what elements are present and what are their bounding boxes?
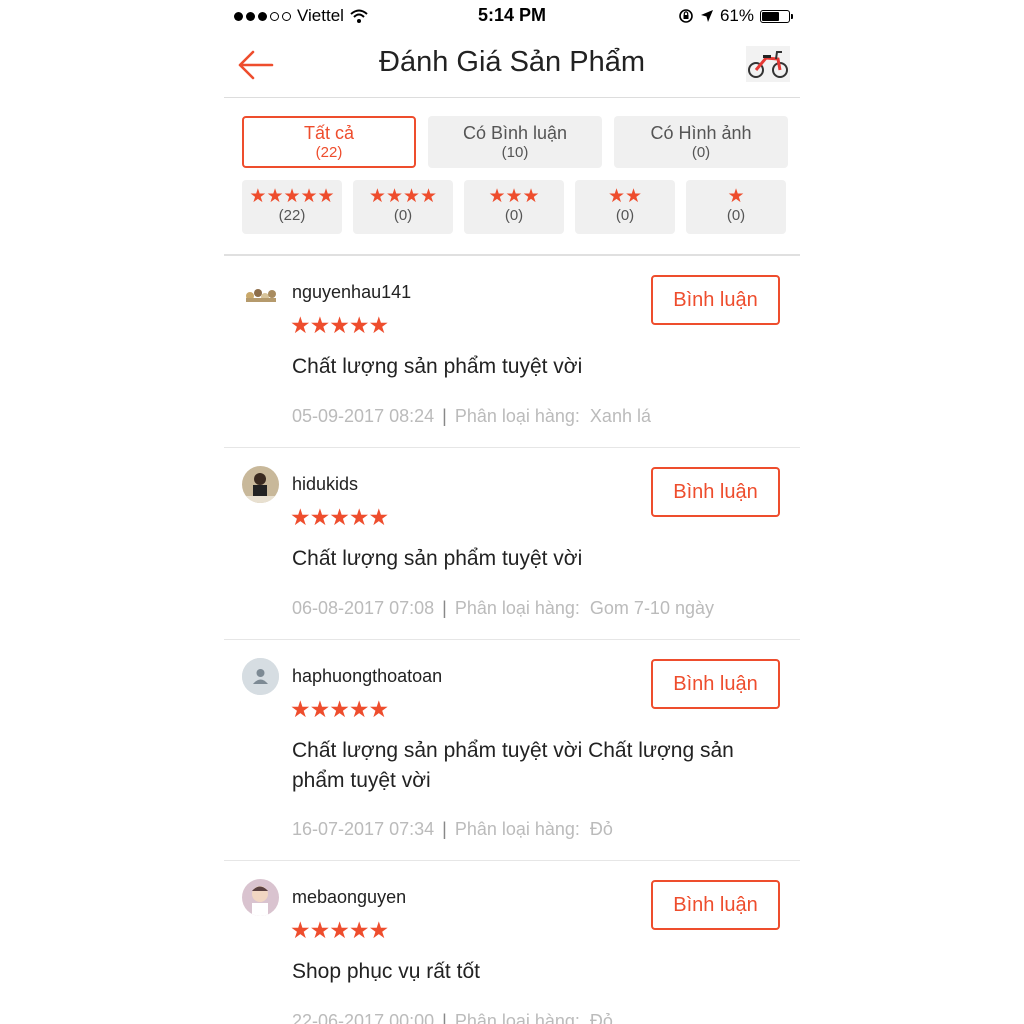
filter-5-stars[interactable]: ★★★★★ (22) (242, 180, 342, 234)
review-date: 22-06-2017 00:00 (292, 1011, 435, 1024)
status-right: 61% (678, 6, 793, 26)
filter-2-stars-count: (0) (615, 207, 635, 224)
variant-value: Đỏ (589, 1011, 613, 1024)
review-meta: 05-09-2017 08:24 | Phân loại hàng: Xanh lá (292, 406, 651, 427)
star-icon: ★ (727, 186, 745, 207)
filter-5-stars-count: (22) (278, 207, 306, 224)
star-icon: ★★★ (488, 186, 540, 207)
page-title: Đánh Giá Sản Phẩm (379, 46, 645, 78)
review-comment: Shop phục vụ rất tốt (292, 960, 480, 983)
battery-icon (760, 9, 793, 23)
battery-percent: 61% (719, 6, 754, 25)
review-date: 16-07-2017 07:34 (292, 819, 435, 839)
rating-stars-icon: ★★★★★ (290, 917, 389, 943)
avatar[interactable] (242, 658, 279, 695)
filter-with-image[interactable]: Có Hình ảnh (0) (614, 116, 788, 168)
filter-with-comment-label: Có Bình luận (462, 123, 568, 143)
review-meta: 16-07-2017 07:34 | Phân loại hàng: Đỏ (292, 819, 613, 840)
user-avatar-image-icon (242, 278, 279, 315)
comment-button[interactable]: Bình luận (651, 467, 780, 517)
filter-3-stars-count: (0) (504, 207, 524, 224)
filter-row-type: Tất cả (22) Có Bình luận (10) Có Hình ản… (242, 116, 788, 168)
variant-label: Phân loại hàng: (454, 1011, 580, 1024)
meta-separator: | (442, 1011, 447, 1024)
star-icon: ★★★★ (368, 186, 438, 207)
balance-bike-image-icon (746, 46, 790, 82)
default-user-icon (242, 658, 279, 695)
filter-4-stars-count: (0) (393, 207, 413, 224)
header: Đánh Giá Sản Phẩm (224, 32, 800, 98)
star-icon: ★★ (607, 186, 643, 207)
filter-all-count: (22) (315, 144, 343, 161)
meta-separator: | (442, 819, 447, 839)
rating-stars-icon: ★★★★★ (290, 312, 389, 338)
review-username: hidukids (292, 474, 359, 494)
avatar[interactable] (242, 466, 279, 503)
filter-with-image-label: Có Hình ảnh (650, 123, 752, 143)
user-avatar-image-icon (242, 879, 279, 916)
phone-screen: Viettel 5:14 PM 61% Đánh Giá Sản Phẩm Tấ… (224, 0, 800, 1024)
review-date: 05-09-2017 08:24 (292, 406, 435, 426)
rating-stars-icon: ★★★★★ (290, 504, 389, 530)
review-item: hidukids ★★★★★ Chất lượng sản phẩm tuyệt… (224, 448, 800, 640)
review-comment: Chất lượng sản phẩm tuyệt vời (292, 355, 583, 378)
variant-value: Đỏ (589, 819, 613, 839)
filter-2-stars[interactable]: ★★ (0) (575, 180, 675, 234)
review-meta: 22-06-2017 00:00 | Phân loại hàng: Đỏ (292, 1011, 613, 1024)
status-bar: Viettel 5:14 PM 61% (224, 0, 800, 32)
review-meta: 06-08-2017 07:08 | Phân loại hàng: Gom 7-10… (292, 598, 714, 619)
review-item: mebaonguyen ★★★★★ Shop phục vụ rất tốt 2… (224, 861, 800, 1024)
filter-panel: Tất cả (22) Có Bình luận (10) Có Hình ản… (242, 116, 788, 246)
review-item: haphuongthoatoan ★★★★★ Chất lượng sản ph… (224, 640, 800, 861)
filter-all-label: Tất cả (303, 123, 355, 143)
variant-label: Phân loại hàng: (454, 598, 580, 618)
rating-stars-icon: ★★★★★ (290, 696, 389, 722)
filter-3-stars[interactable]: ★★★ (0) (464, 180, 564, 234)
review-date: 06-08-2017 07:08 (292, 598, 435, 618)
comment-button[interactable]: Bình luận (651, 659, 780, 709)
filter-4-stars[interactable]: ★★★★ (0) (353, 180, 453, 234)
avatar[interactable] (242, 278, 279, 315)
product-thumbnail[interactable] (746, 46, 790, 82)
filter-1-star[interactable]: ★ (0) (686, 180, 786, 234)
filter-row-stars: ★★★★★ (22) ★★★★ (0) ★★★ (0) ★★ (0) ★ (0) (242, 180, 788, 234)
filter-all[interactable]: Tất cả (22) (242, 116, 416, 168)
comment-button[interactable]: Bình luận (651, 880, 780, 930)
variant-value: Gom 7-10 ngày (589, 598, 714, 618)
user-avatar-image-icon (242, 466, 279, 503)
review-username: nguyenhau141 (292, 282, 412, 302)
variant-value: Xanh lá (589, 406, 651, 426)
review-item: nguyenhau141 ★★★★★ Chất lượng sản phẩm t… (224, 256, 800, 448)
comment-button[interactable]: Bình luận (651, 275, 780, 325)
review-username: haphuongthoatoan (292, 666, 443, 686)
location-arrow-icon (700, 10, 713, 22)
meta-separator: | (442, 598, 447, 618)
meta-separator: | (442, 406, 447, 426)
filter-1-star-count: (0) (726, 207, 746, 224)
filter-with-comment-count: (10) (501, 144, 529, 161)
filter-with-comment[interactable]: Có Bình luận (10) (428, 116, 602, 168)
avatar[interactable] (242, 879, 279, 916)
rotation-lock-icon (679, 9, 693, 23)
review-comment: Chất lượng sản phẩm tuyệt vời Chất lượng… (292, 739, 734, 792)
star-icon: ★★★★★ (249, 186, 335, 207)
review-comment: Chất lượng sản phẩm tuyệt vời (292, 547, 583, 570)
review-username: mebaonguyen (292, 887, 407, 907)
filter-with-image-count: (0) (691, 144, 711, 161)
variant-label: Phân loại hàng: (454, 819, 580, 839)
variant-label: Phân loại hàng: (454, 406, 580, 426)
